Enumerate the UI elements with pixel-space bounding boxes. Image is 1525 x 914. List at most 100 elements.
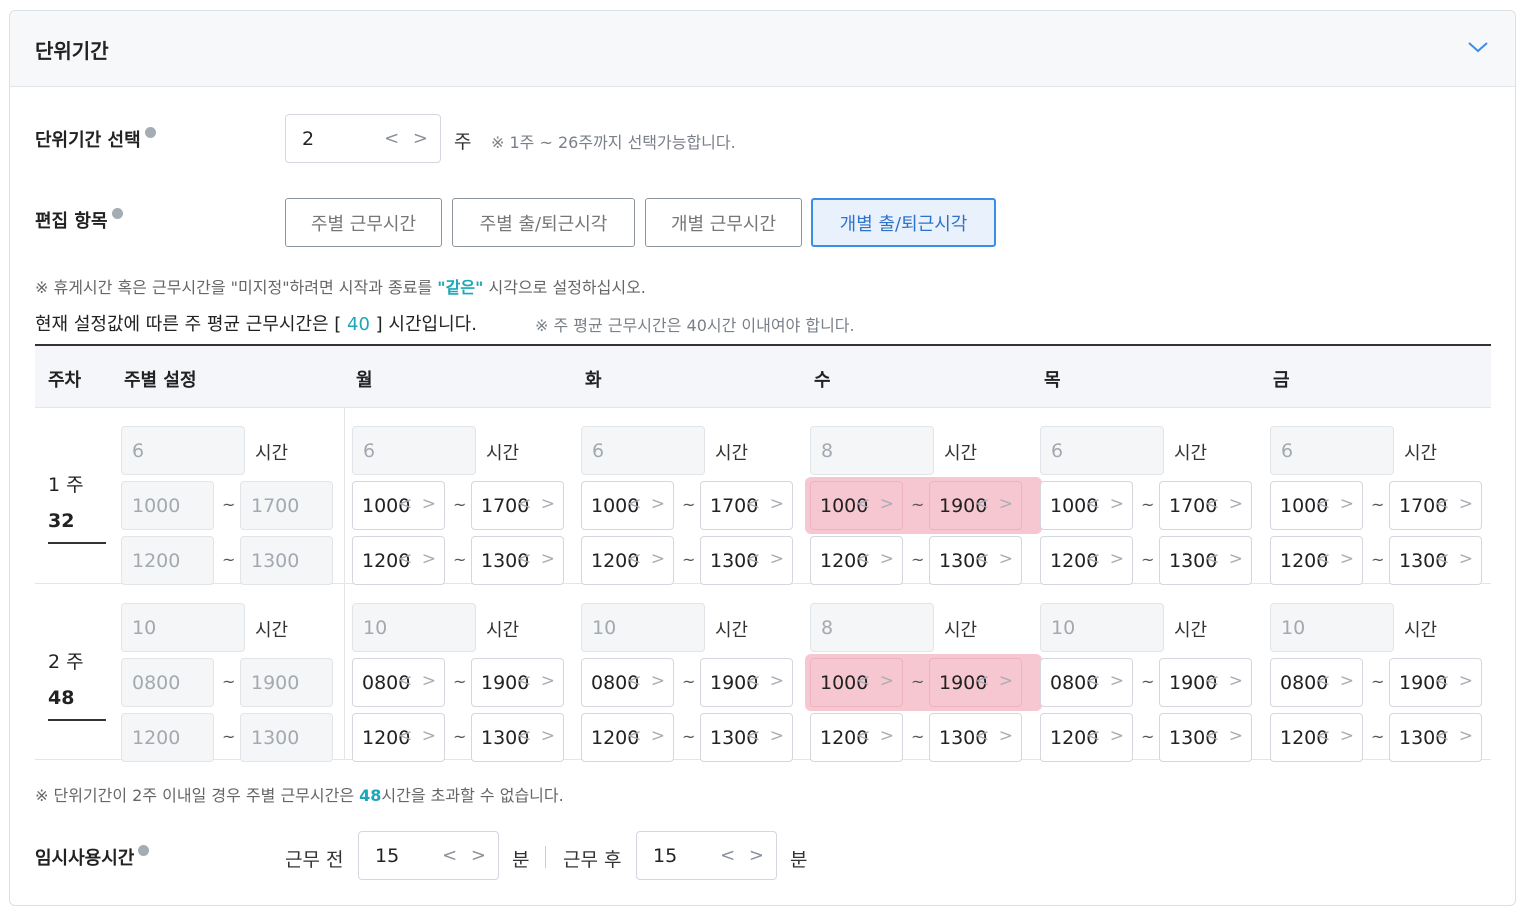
stepper-arrows-icon[interactable]: < > xyxy=(517,549,557,569)
day-break-start[interactable]: 1200 < > xyxy=(352,536,445,585)
day-break-end[interactable]: 1300 < > xyxy=(1389,713,1482,762)
day-break-start[interactable]: 1200 < > xyxy=(352,713,445,762)
stepper-arrows-icon[interactable]: < > xyxy=(746,549,786,569)
stepper-arrows-icon[interactable]: < > xyxy=(517,494,557,514)
day-work-start[interactable]: 1000 < > xyxy=(1040,481,1133,530)
stepper-arrows-icon[interactable]: < > xyxy=(398,549,438,569)
info-icon[interactable] xyxy=(138,845,150,856)
day-break-end[interactable]: 1300 < > xyxy=(471,536,564,585)
day-break-end[interactable]: 1300 < > xyxy=(1159,713,1252,762)
tab-weekly-inout[interactable]: 주별 출/퇴근시각 xyxy=(452,198,635,247)
stepper-arrows-icon[interactable]: < > xyxy=(1086,726,1126,746)
stepper-arrows-icon[interactable]: < > xyxy=(1316,494,1356,514)
day-break-start[interactable]: 1200 < > xyxy=(1270,536,1363,585)
day-work-end[interactable]: 1700 < > xyxy=(700,481,793,530)
day-break-end[interactable]: 1300 < > xyxy=(700,536,793,585)
stepper-arrows-icon[interactable]: < > xyxy=(975,726,1015,746)
info-icon[interactable] xyxy=(111,208,123,219)
day-work-start[interactable]: 0800 < > xyxy=(352,658,445,707)
day-work-start[interactable]: 1000 < > xyxy=(352,481,445,530)
stepper-arrows-icon[interactable]: < > xyxy=(1086,549,1126,569)
day-work-end[interactable]: 1900 < > xyxy=(700,658,793,707)
stepper-arrows-icon[interactable]: < > xyxy=(856,494,896,514)
day-work-end[interactable]: 1900 < > xyxy=(1389,658,1482,707)
stepper-arrows-icon[interactable]: < > xyxy=(442,845,490,866)
stepper-arrows-icon[interactable]: < > xyxy=(627,726,667,746)
stepper-arrows-icon[interactable]: < > xyxy=(627,671,667,691)
day-break-start[interactable]: 1200 < > xyxy=(1040,536,1133,585)
stepper-arrows-icon[interactable]: < > xyxy=(627,549,667,569)
stepper-arrows-icon[interactable]: < > xyxy=(1205,494,1245,514)
stepper-arrows-icon[interactable]: < > xyxy=(1086,494,1126,514)
day-work-end[interactable]: 1700 < > xyxy=(471,481,564,530)
stepper-arrows-icon[interactable]: < > xyxy=(384,128,432,149)
stepper-arrows-icon[interactable]: < > xyxy=(1205,671,1245,691)
stepper-arrows-icon[interactable]: < > xyxy=(517,671,557,691)
panel-header[interactable]: 단위기간 xyxy=(10,11,1515,87)
stepper-arrows-icon[interactable]: < > xyxy=(398,671,438,691)
stepper-arrows-icon[interactable]: < > xyxy=(975,549,1015,569)
day-work-end[interactable]: 1900 < > xyxy=(929,481,1022,530)
hour-unit-label: 시간 xyxy=(944,620,978,641)
stepper-arrows-icon[interactable]: < > xyxy=(746,726,786,746)
tab-individual-hours[interactable]: 개별 근무시간 xyxy=(645,198,802,247)
day-work-start[interactable]: 0800 < > xyxy=(1040,658,1133,707)
day-break-start[interactable]: 1200 < > xyxy=(810,713,903,762)
day-work-end[interactable]: 1700 < > xyxy=(1389,481,1482,530)
stepper-arrows-icon[interactable]: < > xyxy=(746,494,786,514)
day-break-start[interactable]: 1200 < > xyxy=(1270,713,1363,762)
stepper-arrows-icon[interactable]: < > xyxy=(1316,726,1356,746)
stepper-arrows-icon[interactable]: < > xyxy=(1205,726,1245,746)
tab-individual-inout[interactable]: 개별 출/퇴근시각 xyxy=(811,198,996,247)
stepper-arrows-icon[interactable]: < > xyxy=(1435,549,1475,569)
stepper-arrows-icon[interactable]: < > xyxy=(720,845,768,866)
day-work-end[interactable]: 1900 < > xyxy=(929,658,1022,707)
tab-weekly-hours[interactable]: 주별 근무시간 xyxy=(285,198,442,247)
unit-period-stepper[interactable]: 2 < > xyxy=(285,114,441,163)
stepper-arrows-icon[interactable]: < > xyxy=(517,726,557,746)
day-work-start[interactable]: 0800 < > xyxy=(1270,658,1363,707)
day-break-end[interactable]: 1300 < > xyxy=(471,713,564,762)
day-break-start[interactable]: 1200 < > xyxy=(581,536,674,585)
day-break-end[interactable]: 1300 < > xyxy=(1389,536,1482,585)
tilde-separator: ~ xyxy=(222,727,236,746)
day-work-start[interactable]: 1000 < > xyxy=(810,481,903,530)
stepper-arrows-icon[interactable]: < > xyxy=(856,726,896,746)
day-work-end[interactable]: 1700 < > xyxy=(1159,481,1252,530)
after-work-value: 15 xyxy=(653,845,678,867)
stepper-arrows-icon[interactable]: < > xyxy=(856,549,896,569)
day-break-start[interactable]: 1200 < > xyxy=(810,536,903,585)
day-work-start[interactable]: 1000 < > xyxy=(581,481,674,530)
stepper-arrows-icon[interactable]: < > xyxy=(1086,671,1126,691)
stepper-arrows-icon[interactable]: < > xyxy=(398,494,438,514)
day-break-end[interactable]: 1300 < > xyxy=(1159,536,1252,585)
stepper-arrows-icon[interactable]: < > xyxy=(746,671,786,691)
day-break-end[interactable]: 1300 < > xyxy=(929,713,1022,762)
stepper-arrows-icon[interactable]: < > xyxy=(1316,671,1356,691)
day-break-start[interactable]: 1200 < > xyxy=(1040,713,1133,762)
info-icon[interactable] xyxy=(144,127,156,138)
tilde-separator: ~ xyxy=(453,495,467,514)
day-work-end[interactable]: 1900 < > xyxy=(471,658,564,707)
before-work-stepper[interactable]: 15 < > xyxy=(358,831,499,880)
day-work-end[interactable]: 1900 < > xyxy=(1159,658,1252,707)
stepper-arrows-icon[interactable]: < > xyxy=(627,494,667,514)
stepper-arrows-icon[interactable]: < > xyxy=(1205,549,1245,569)
day-work-start[interactable]: 1000 < > xyxy=(1270,481,1363,530)
after-work-stepper[interactable]: 15 < > xyxy=(636,831,777,880)
day-work-start[interactable]: 1000 < > xyxy=(810,658,903,707)
stepper-arrows-icon[interactable]: < > xyxy=(1435,671,1475,691)
stepper-arrows-icon[interactable]: < > xyxy=(975,671,1015,691)
stepper-arrows-icon[interactable]: < > xyxy=(398,726,438,746)
stepper-arrows-icon[interactable]: < > xyxy=(856,671,896,691)
day-break-end[interactable]: 1300 < > xyxy=(700,713,793,762)
day-break-start[interactable]: 1200 < > xyxy=(581,713,674,762)
chevron-down-icon[interactable] xyxy=(1467,39,1489,55)
stepper-arrows-icon[interactable]: < > xyxy=(1435,494,1475,514)
tilde-separator: ~ xyxy=(1371,727,1385,746)
stepper-arrows-icon[interactable]: < > xyxy=(1316,549,1356,569)
day-work-start[interactable]: 0800 < > xyxy=(581,658,674,707)
day-break-end[interactable]: 1300 < > xyxy=(929,536,1022,585)
stepper-arrows-icon[interactable]: < > xyxy=(1435,726,1475,746)
stepper-arrows-icon[interactable]: < > xyxy=(975,494,1015,514)
